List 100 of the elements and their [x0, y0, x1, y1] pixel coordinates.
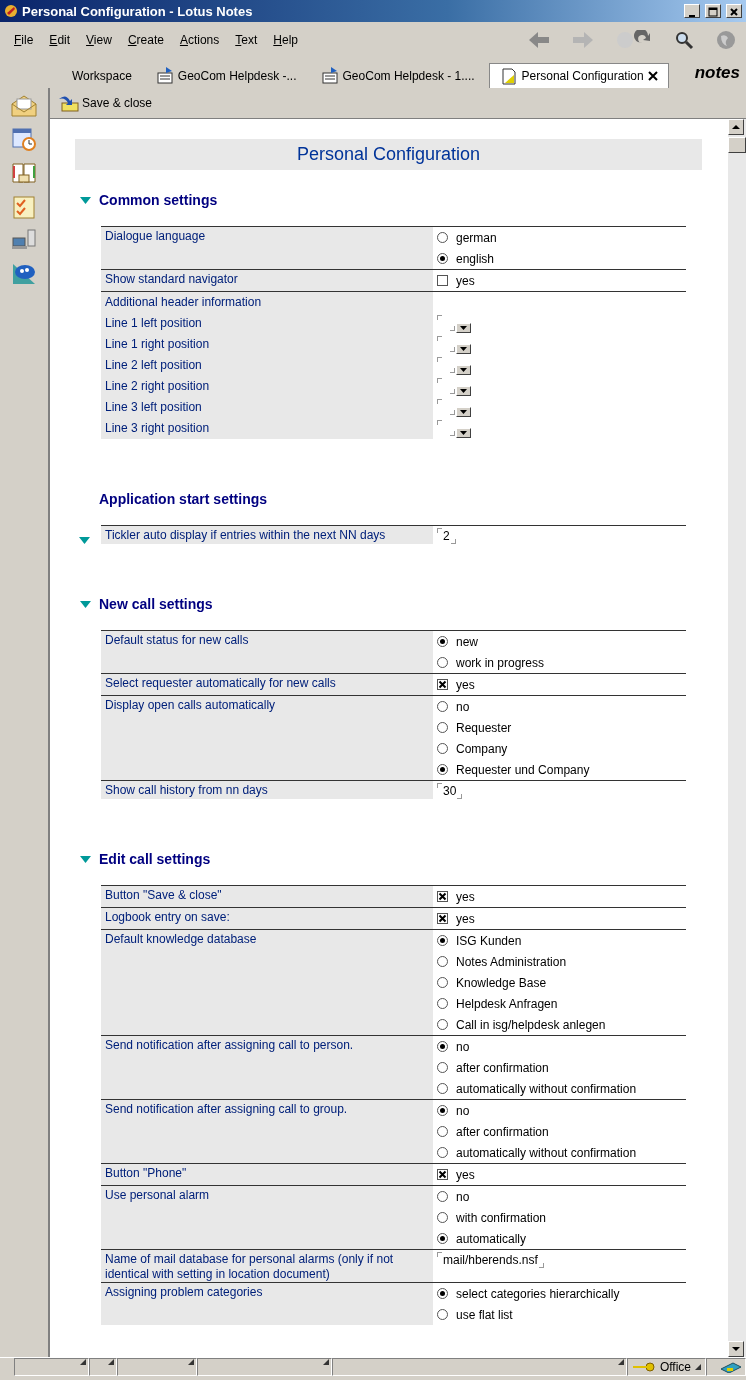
menu-item[interactable]: View: [78, 33, 120, 47]
input-field[interactable]: [437, 315, 455, 331]
radio-option[interactable]: with confirmation: [437, 1207, 686, 1228]
field-label: Additional header information: [101, 292, 433, 313]
checkbox-option[interactable]: yes: [437, 1164, 686, 1185]
popup-caret-icon[interactable]: [323, 1359, 329, 1365]
radio-option[interactable]: after confirmation: [437, 1121, 686, 1142]
calendar-icon[interactable]: [11, 126, 37, 152]
close-button[interactable]: [726, 4, 742, 18]
input-field[interactable]: mail/hberends.nsf: [437, 1252, 544, 1268]
field-label: Default status for new calls: [101, 631, 433, 673]
radio-option[interactable]: no: [437, 1186, 686, 1207]
popup-caret-icon[interactable]: [617, 1359, 624, 1365]
dropdown-button[interactable]: [456, 386, 471, 396]
scroll-down-button[interactable]: [728, 1341, 744, 1357]
scrollbar-thumb[interactable]: [728, 137, 746, 153]
close-icon: [729, 7, 739, 17]
input-field[interactable]: [437, 420, 455, 436]
dropdown-button[interactable]: [456, 428, 471, 438]
menu-item[interactable]: Text: [227, 33, 266, 47]
field-label: Send notification after assigning call to group.: [101, 1100, 433, 1163]
computer-icon[interactable]: [11, 228, 37, 252]
popup-caret-icon[interactable]: [80, 1359, 86, 1365]
field-label: Line 1 left position: [101, 313, 433, 334]
popup-caret-icon[interactable]: [695, 1364, 701, 1370]
field-label: Line 2 right position: [101, 376, 433, 397]
radio-option[interactable]: Company: [437, 738, 686, 759]
form-heading: Personal Configuration: [75, 139, 702, 170]
radio-option[interactable]: Helpdesk Anfragen: [437, 993, 686, 1014]
caret-icon: [460, 368, 467, 372]
field-label: Send notification after assigning call to person.: [101, 1036, 433, 1099]
radio-option[interactable]: automatically without confirmation: [437, 1078, 686, 1099]
up-arrow-icon: [732, 124, 740, 130]
expand-triangle-icon[interactable]: [80, 196, 91, 204]
radio-option[interactable]: Notes Administration: [437, 951, 686, 972]
menu-item[interactable]: File: [6, 33, 42, 47]
save-close-button[interactable]: Save & close: [56, 93, 153, 113]
input-field[interactable]: [437, 336, 455, 352]
radio-option[interactable]: work in progress: [437, 652, 686, 673]
caret-icon: [460, 410, 467, 414]
radio-option[interactable]: new: [437, 631, 686, 652]
location-selector[interactable]: Office: [626, 1358, 706, 1376]
radio-option[interactable]: english: [437, 248, 686, 269]
input-field[interactable]: [437, 399, 455, 415]
menu-item[interactable]: Actions: [171, 33, 228, 47]
radio-option[interactable]: automatically: [437, 1228, 686, 1249]
checkbox-option[interactable]: yes: [437, 908, 686, 929]
dropdown-button[interactable]: [456, 407, 471, 417]
tab[interactable]: Personal Configuration: [488, 63, 669, 88]
input-field[interactable]: 30: [437, 783, 463, 799]
field-label: Show standard navigator: [101, 270, 433, 291]
dropdown-button[interactable]: [456, 344, 471, 354]
radio-option[interactable]: select categories hierarchically: [437, 1283, 686, 1304]
dropdown-button[interactable]: [456, 365, 471, 375]
radio-option[interactable]: Call in isg/helpdesk anlegen: [437, 1014, 686, 1035]
radio-option[interactable]: no: [437, 1100, 686, 1121]
section-title: Edit call settings: [99, 851, 211, 867]
popup-caret-icon[interactable]: [188, 1359, 194, 1365]
search-icon[interactable]: [674, 30, 694, 50]
radio-option[interactable]: Knowledge Base: [437, 972, 686, 993]
mail-icon[interactable]: [10, 94, 38, 118]
radio-option[interactable]: ISG Kunden: [437, 930, 686, 951]
minimize-button[interactable]: [684, 4, 700, 18]
input-field[interactable]: [437, 357, 455, 373]
field-label: Line 2 left position: [101, 355, 433, 376]
dropdown-button[interactable]: [456, 323, 471, 333]
radio-option[interactable]: no: [437, 696, 686, 717]
field-label: Use personal alarm: [101, 1186, 433, 1249]
stop-refresh-icon[interactable]: [616, 30, 652, 50]
address-book-icon[interactable]: [11, 160, 37, 186]
checkbox-option[interactable]: yes: [437, 886, 686, 907]
radio-option[interactable]: automatically without confirmation: [437, 1142, 686, 1163]
radio-option[interactable]: german: [437, 227, 686, 248]
scroll-up-button[interactable]: [728, 119, 744, 135]
key-icon: [631, 1362, 656, 1372]
input-field[interactable]: 2: [437, 528, 456, 544]
popup-caret-icon[interactable]: [108, 1359, 114, 1365]
expand-triangle-icon[interactable]: [80, 600, 91, 608]
section-title: New call settings: [99, 596, 213, 612]
radio-option[interactable]: after confirmation: [437, 1057, 686, 1078]
menu-item[interactable]: Help: [265, 33, 306, 47]
checkbox-option[interactable]: yes: [437, 270, 686, 291]
close-tab-icon[interactable]: [647, 71, 658, 81]
caret-icon: [460, 389, 467, 393]
radio-option[interactable]: use flat list: [437, 1304, 686, 1325]
radio-option[interactable]: no: [437, 1036, 686, 1057]
expand-triangle-icon[interactable]: [80, 855, 91, 863]
todo-list-icon[interactable]: [12, 194, 36, 220]
caret-icon: [460, 347, 467, 351]
app-icon: [4, 4, 18, 18]
input-field[interactable]: [437, 378, 455, 394]
expand-triangle-icon[interactable]: [79, 537, 90, 544]
down-arrow-icon: [732, 1346, 740, 1352]
radio-option[interactable]: Requester: [437, 717, 686, 738]
caret-icon: [460, 326, 467, 330]
maximize-button[interactable]: [705, 4, 721, 18]
menu-item[interactable]: Create: [119, 33, 172, 47]
menu-item[interactable]: Edit: [41, 33, 79, 47]
radio-option[interactable]: Requester und Company: [437, 759, 686, 780]
checkbox-option[interactable]: yes: [437, 674, 686, 695]
